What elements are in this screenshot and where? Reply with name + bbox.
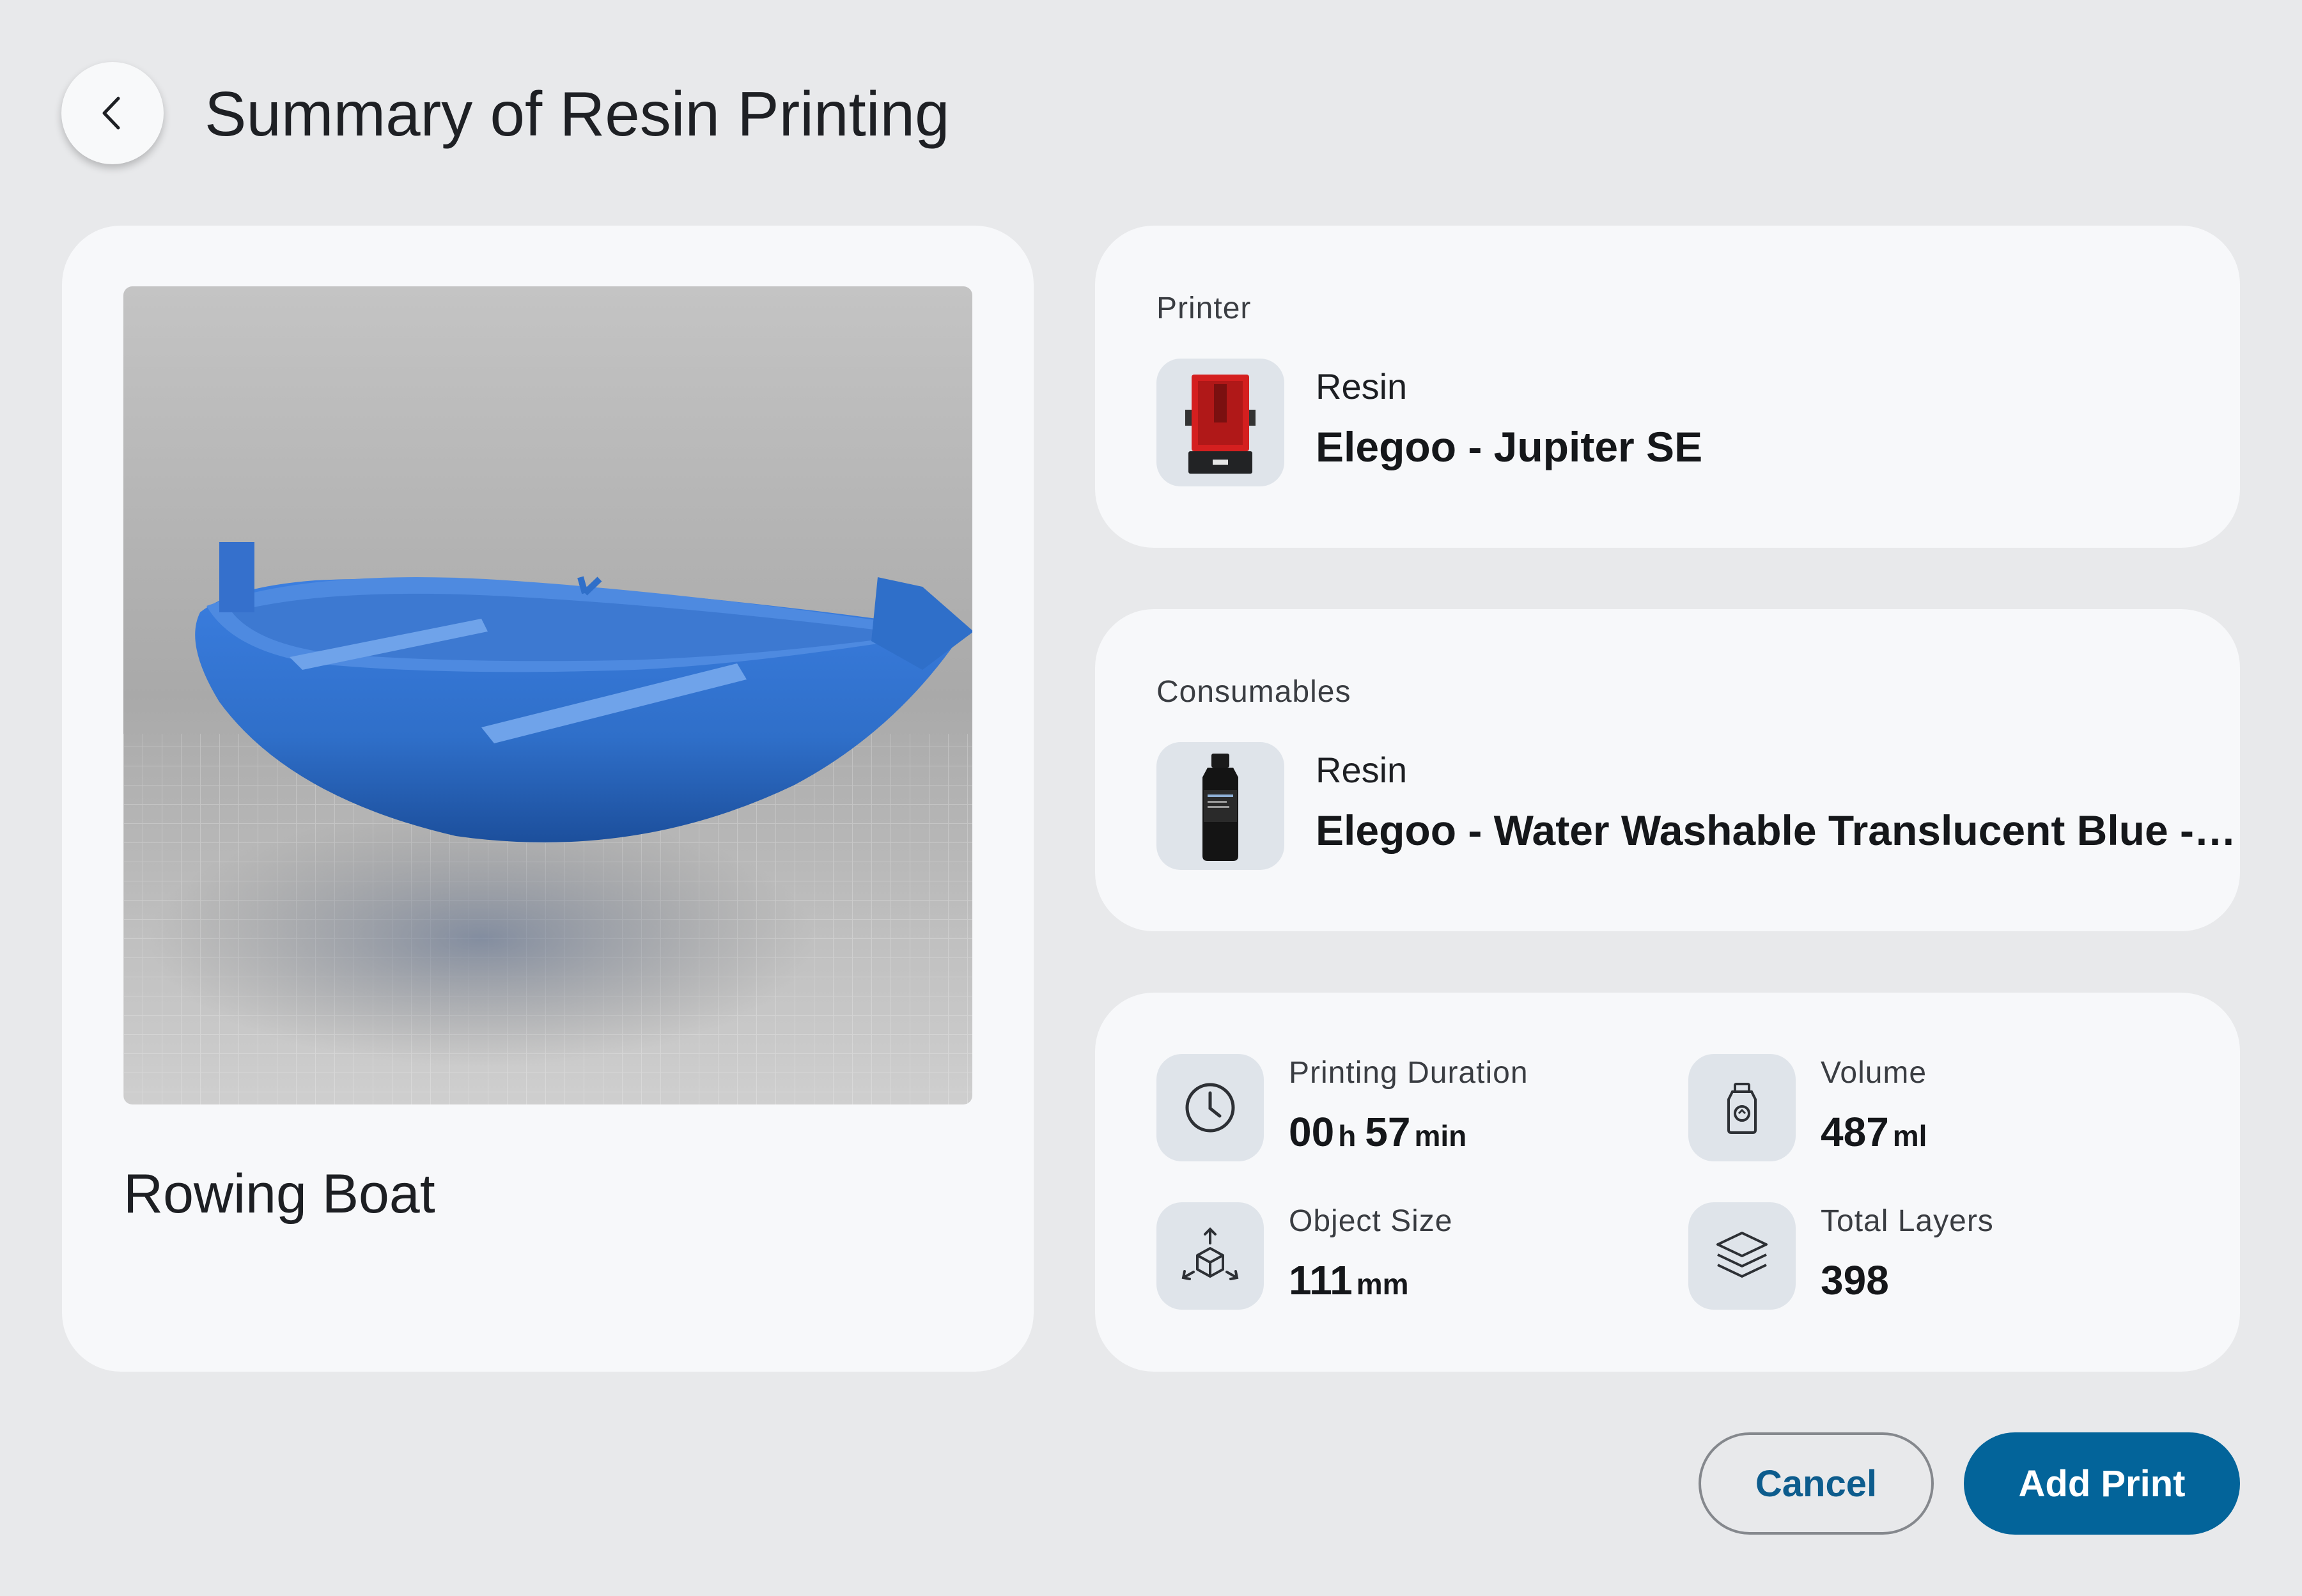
total-layers-label: Total Layers [1821,1204,1994,1238]
cube-dimensions-icon [1156,1202,1264,1310]
print-stats-card: Printing Duration 00 h 57 min Volume 487 ml [1095,993,2240,1372]
page-title: Summary of Resin Printing [205,79,950,149]
volume-number: 487 [1821,1109,1889,1155]
chevron-left-icon [102,97,120,130]
consumable-type: Resin [1316,750,1408,790]
bottle-icon [1688,1054,1796,1161]
model-name: Rowing Boat [123,1163,435,1225]
model-preview-image [123,286,972,1104]
duration-minutes: 57 [1365,1109,1411,1155]
cancel-button[interactable]: Cancel [1699,1432,1934,1535]
printer-type: Resin [1316,366,1408,407]
printer-section-label: Printer [1156,291,1252,325]
consumables-section-label: Consumables [1156,675,1351,709]
volume-value: 487 ml [1821,1105,1936,1163]
printer-card[interactable]: Printer Resin Elegoo - Jupiter SE [1095,226,2240,548]
printing-duration-value: 00 h 57 min [1289,1105,1475,1163]
duration-hours-unit: h [1338,1119,1357,1152]
clock-icon [1156,1054,1264,1161]
printer-thumbnail [1156,359,1284,486]
object-size-label: Object Size [1289,1204,1453,1238]
consumables-card[interactable]: Consumables Resin Elegoo - Water Washabl… [1095,609,2240,931]
layers-icon [1688,1202,1796,1310]
duration-hours: 00 [1289,1109,1335,1155]
model-card: Rowing Boat [62,226,1034,1372]
printing-duration-label: Printing Duration [1289,1056,1528,1090]
consumable-name: Elegoo - Water Washable Translucent Blue… [1316,807,2237,854]
printer-name: Elegoo - Jupiter SE [1316,423,1703,470]
object-size-value: 111 mm [1289,1253,1418,1311]
add-print-button[interactable]: Add Print [1964,1432,2240,1535]
object-size-number: 111 [1289,1257,1353,1303]
volume-label: Volume [1821,1056,1927,1090]
total-layers-value: 398 [1821,1257,1889,1303]
volume-unit: ml [1892,1119,1927,1152]
resin-bottle-thumbnail [1156,742,1284,870]
duration-minutes-unit: min [1414,1119,1467,1152]
back-button[interactable] [61,62,164,164]
object-size-unit: mm [1356,1267,1409,1301]
